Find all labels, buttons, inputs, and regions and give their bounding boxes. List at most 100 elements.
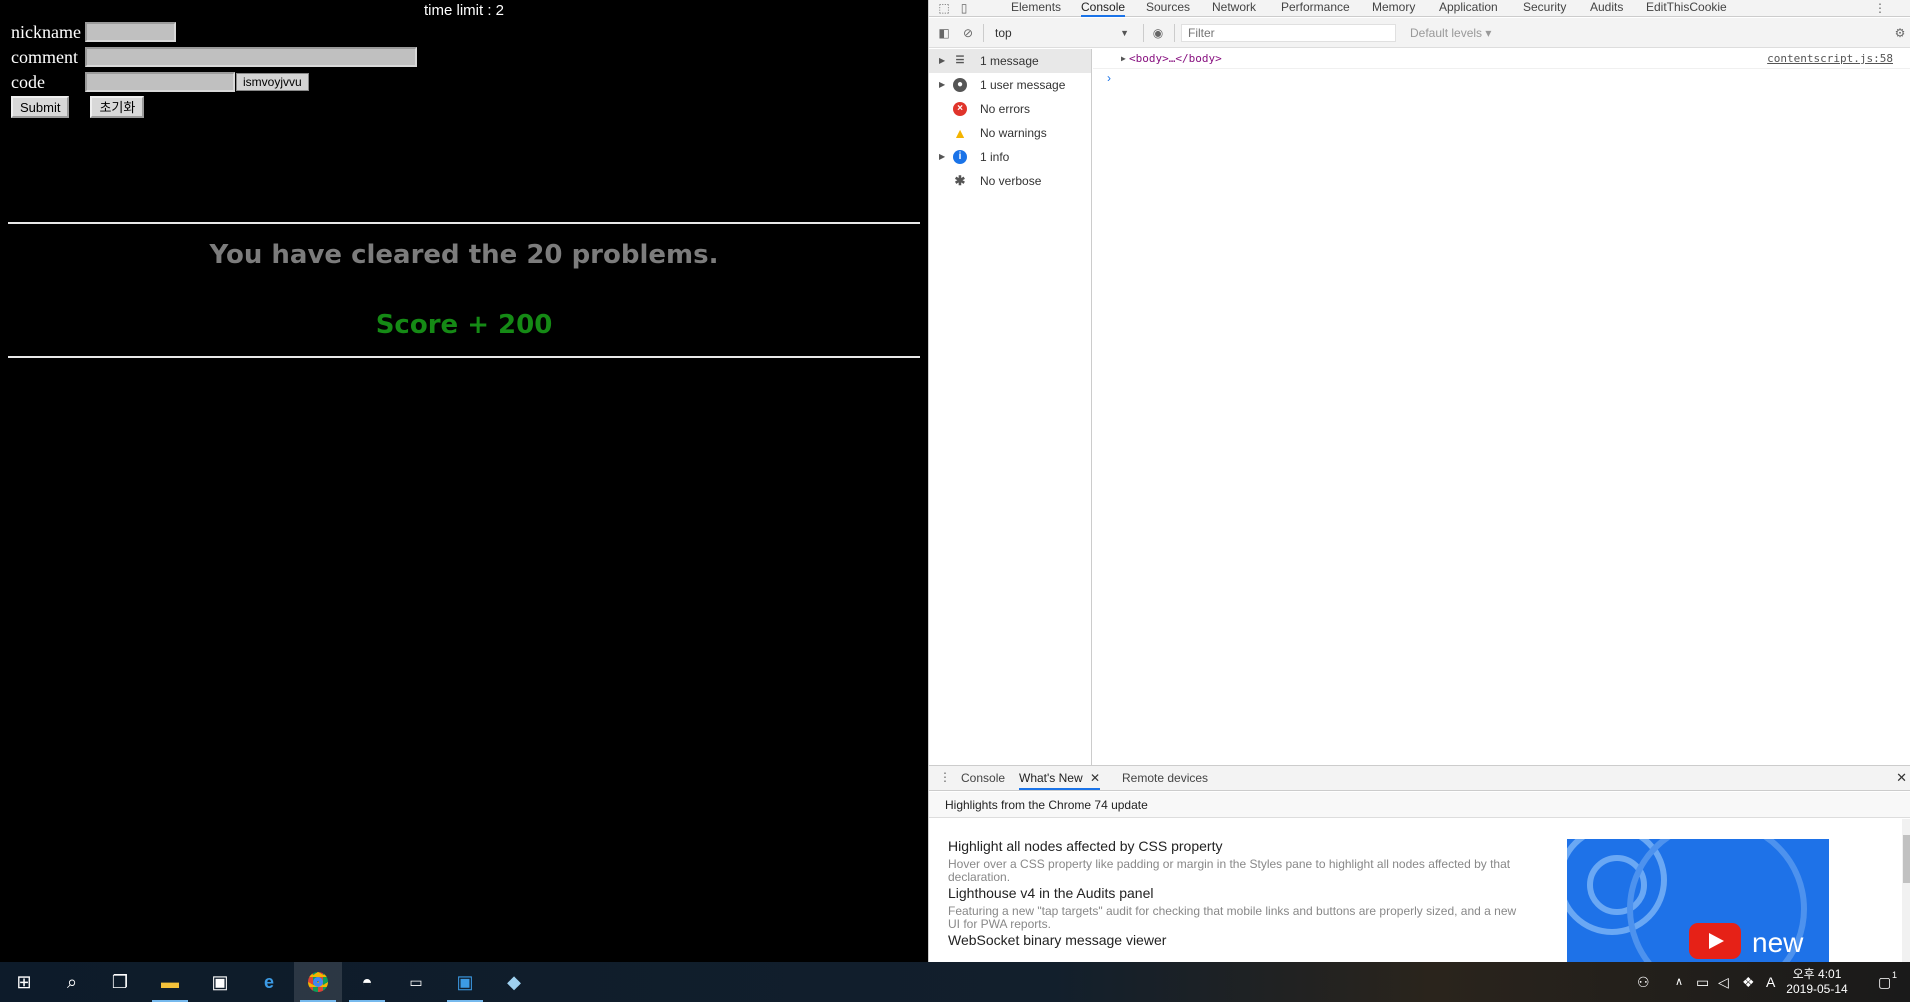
sidebar-item-user-messages[interactable]: ▶ ● 1 user message [929, 73, 1091, 97]
windows-start-icon[interactable]: ⊞ [0, 962, 48, 1002]
tab-network[interactable]: Network [1212, 0, 1256, 17]
whats-new-title: Highlight all nodes affected by CSS prop… [948, 838, 1223, 854]
close-tab-icon[interactable]: ✕ [1090, 771, 1100, 785]
whats-new-video-thumbnail[interactable]: new [1567, 839, 1829, 962]
whats-new-item[interactable]: WebSocket binary message viewer [948, 932, 1528, 948]
tab-memory[interactable]: Memory [1372, 0, 1415, 17]
toolbar-separator [983, 24, 984, 42]
clock-date: 2019-05-14 [1786, 982, 1848, 996]
expand-arrow-icon[interactable]: ▶ [1121, 49, 1126, 69]
clear-console-icon[interactable]: ⊘ [961, 26, 975, 40]
console-message[interactable]: ▶ <body>…</body> contentscript.js:58 [1093, 49, 1910, 69]
screen: time limit : 2 nickname comment code ism… [0, 0, 1910, 1002]
people-icon[interactable]: ⚇ [1637, 962, 1650, 1002]
tab-application[interactable]: Application [1439, 0, 1498, 17]
submit-button[interactable]: Submit [11, 96, 70, 118]
system-clock[interactable]: 오후 4:01 2019-05-14 [1782, 967, 1852, 997]
levels-dropdown[interactable]: Default levels ▾ [1410, 24, 1491, 42]
tab-performance[interactable]: Performance [1281, 0, 1350, 17]
clock-time: 오후 4:01 [1792, 967, 1842, 981]
console-prompt-icon[interactable]: › [1107, 71, 1111, 85]
sidebar-toggle-icon[interactable]: ◧ [937, 26, 951, 40]
drawer-tab-whats-new[interactable]: What's New ✕ [1019, 766, 1101, 790]
devtools-tabbar: ⬚ ▯ Elements Console Sources Network Per… [929, 0, 1910, 17]
whats-new-header: Highlights from the Chrome 74 update [929, 792, 1910, 818]
notification-center-icon[interactable]: ▢ [1878, 962, 1891, 1002]
notepad-icon[interactable]: ◆ [490, 962, 538, 1002]
divider-bottom [8, 356, 920, 358]
nickname-row: nickname [11, 21, 176, 43]
paint-icon[interactable]: ◓ [343, 962, 391, 1002]
file-explorer-icon[interactable]: ▬ [146, 962, 194, 1002]
comment-input[interactable] [85, 47, 417, 67]
device-toolbar-icon[interactable]: ▯ [957, 1, 971, 15]
whats-new-item[interactable]: Lighthouse v4 in the Audits panel Featur… [948, 885, 1528, 931]
console-toolbar: ◧ ⊘ top ▼ ◉ Default levels ▾ ⚙ [929, 18, 1910, 48]
sidebar-item-warnings[interactable]: ▲ No warnings [929, 121, 1091, 145]
network-icon[interactable]: ▭ [1696, 962, 1709, 1002]
tab-security[interactable]: Security [1523, 0, 1566, 17]
tab-sources[interactable]: Sources [1146, 0, 1190, 17]
code-input[interactable] [85, 72, 235, 92]
list-icon: ☰ [955, 55, 965, 66]
drawer-tab-label: What's New [1019, 771, 1083, 785]
filter-input[interactable] [1181, 24, 1396, 42]
search-icon[interactable]: ⌕ [48, 962, 96, 1002]
info-icon: i [953, 150, 967, 164]
context-selector[interactable]: top ▼ [995, 24, 1135, 42]
tab-editthiscookie[interactable]: EditThisCookie [1646, 0, 1727, 17]
comment-label: comment [11, 46, 78, 67]
sidebar-item-messages[interactable]: ▶ ☰ 1 message [929, 49, 1091, 73]
edge-icon[interactable]: e [245, 962, 293, 1002]
whats-new-title: Lighthouse v4 in the Audits panel [948, 885, 1154, 901]
volume-icon[interactable]: ◁ [1718, 962, 1729, 1002]
sidebar-item-label: 1 message [980, 54, 1039, 68]
settings-gear-icon[interactable]: ⚙ [1893, 26, 1907, 40]
drawer-tab-remote-devices[interactable]: Remote devices [1122, 766, 1208, 790]
store-icon[interactable]: ▣ [196, 962, 244, 1002]
terminal-icon[interactable]: ▭ [392, 962, 440, 1002]
drawer-tab-console[interactable]: Console [961, 766, 1005, 790]
sidebar-item-label: 1 user message [980, 78, 1066, 92]
sidebar-item-info[interactable]: ▶ i 1 info [929, 145, 1091, 169]
ime-indicator[interactable]: A [1766, 962, 1775, 1002]
source-link[interactable]: contentscript.js:58 [1767, 49, 1893, 69]
captcha-code: ismvoyjvvu [236, 73, 309, 91]
sidebar-item-verbose[interactable]: ✱ No verbose [929, 169, 1091, 193]
scrollbar-thumb[interactable] [1903, 835, 1910, 883]
time-limit-text: time limit : 2 [423, 2, 504, 19]
sidebar-item-errors[interactable]: × No errors [929, 97, 1091, 121]
dropbox-icon[interactable]: ❖ [1742, 962, 1755, 1002]
devtools-panel: ⬚ ▯ Elements Console Sources Network Per… [928, 0, 1910, 962]
show-hidden-icons-icon[interactable]: ∧ [1675, 962, 1683, 1002]
scrollbar[interactable] [1902, 819, 1910, 962]
console-sidebar: ▶ ☰ 1 message ▶ ● 1 user message × No er… [929, 49, 1092, 765]
whats-new-title: WebSocket binary message viewer [948, 932, 1167, 948]
app-icon[interactable]: ▣ [441, 962, 489, 1002]
eye-icon[interactable]: ◉ [1151, 26, 1165, 40]
tab-console[interactable]: Console [1081, 0, 1126, 17]
divider-top [8, 222, 920, 224]
tab-audits[interactable]: Audits [1590, 0, 1623, 17]
console-dom-node[interactable]: <body>…</body> [1129, 49, 1222, 69]
expand-arrow-icon: ▶ [939, 152, 946, 161]
task-view-icon[interactable]: ❐ [96, 962, 144, 1002]
error-icon: × [953, 102, 967, 116]
whats-new-desc: Featuring a new "tap targets" audit for … [948, 904, 1517, 931]
bug-icon: ✱ [954, 173, 966, 188]
close-drawer-icon[interactable]: ✕ [1896, 770, 1907, 786]
reset-button[interactable]: 초기화 [90, 96, 145, 118]
toolbar-separator [1143, 24, 1144, 42]
console-output[interactable]: ▶ <body>…</body> contentscript.js:58 › [1093, 49, 1910, 765]
nickname-input[interactable] [85, 22, 176, 42]
whats-new-item[interactable]: Highlight all nodes affected by CSS prop… [948, 838, 1528, 884]
inspect-element-icon[interactable]: ⬚ [937, 1, 951, 15]
expand-arrow-icon: ▶ [939, 80, 946, 89]
drawer-menu-icon[interactable]: ⋮ [939, 770, 951, 784]
youtube-play-icon[interactable] [1689, 923, 1741, 959]
cleared-message: You have cleared the 20 problems. [209, 240, 719, 270]
tab-elements[interactable]: Elements [1011, 0, 1061, 17]
chrome-icon[interactable] [294, 962, 342, 1002]
more-menu-icon[interactable]: ⋮ [1873, 1, 1887, 15]
whats-new-desc: Hover over a CSS property like padding o… [948, 857, 1511, 884]
